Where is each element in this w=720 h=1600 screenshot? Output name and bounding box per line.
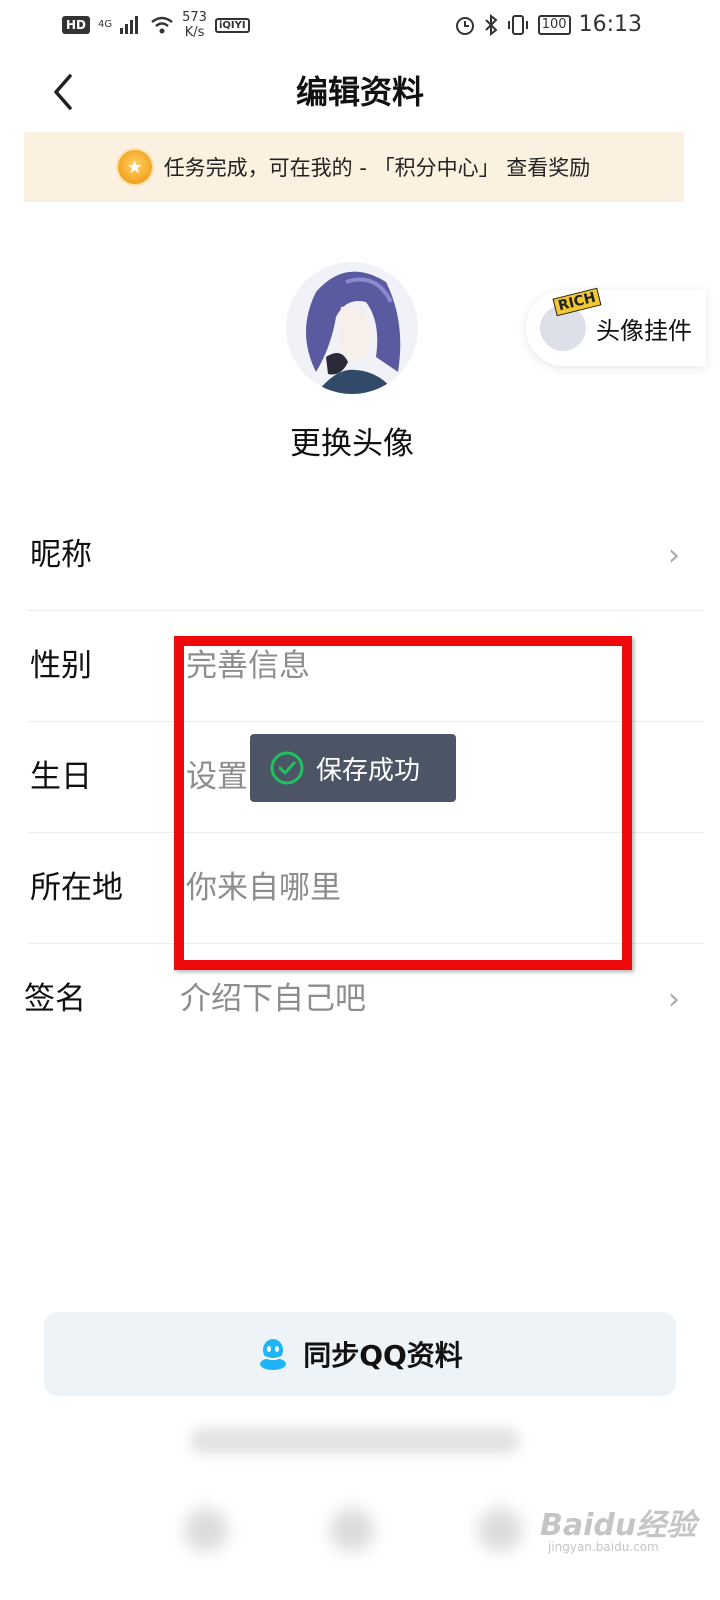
star-coin-icon: ★ bbox=[117, 150, 152, 184]
vibrate-icon bbox=[507, 14, 528, 35]
status-bar: HD 4G 573 K/s iQIYI 100 16:13 bbox=[0, 0, 720, 52]
avatar-image bbox=[286, 262, 418, 394]
watermark-url: jingyan.baidu.com bbox=[548, 1540, 659, 1554]
sync-qq-button[interactable]: 同步QQ资料 bbox=[44, 1312, 676, 1396]
status-left: HD 4G 573 K/s iQIYI bbox=[62, 10, 250, 40]
network-speed: 573 K/s bbox=[182, 10, 207, 40]
row-label: 所在地 bbox=[30, 870, 123, 906]
qq-icon bbox=[260, 1339, 287, 1370]
save-success-toast: 保存成功 bbox=[250, 734, 456, 802]
chevron-right-icon: › bbox=[668, 538, 680, 573]
status-right: 100 16:13 bbox=[454, 12, 642, 37]
clock: 16:13 bbox=[578, 12, 642, 37]
avatar[interactable] bbox=[286, 262, 418, 394]
wifi-icon bbox=[151, 16, 173, 34]
page-title: 编辑资料 bbox=[295, 73, 424, 111]
blurred-text bbox=[190, 1428, 520, 1454]
row-label: 生日 bbox=[30, 759, 92, 795]
pendant-label: 头像挂件 bbox=[596, 316, 692, 345]
app-notification-icon: iQIYI bbox=[214, 17, 250, 33]
speed-value: 573 bbox=[182, 10, 207, 25]
back-button[interactable] bbox=[46, 70, 86, 114]
chevron-left-icon bbox=[54, 74, 72, 110]
blurred-icon bbox=[184, 1508, 228, 1552]
sync-label: 同步QQ资料 bbox=[303, 1339, 463, 1372]
row-label: 昵称 bbox=[30, 537, 92, 573]
highlight-box bbox=[174, 636, 632, 970]
check-circle-icon bbox=[270, 751, 304, 785]
toast-text: 保存成功 bbox=[316, 755, 421, 786]
alarm-icon bbox=[455, 16, 474, 35]
chevron-right-icon: › bbox=[668, 982, 680, 1017]
battery-icon: 100 bbox=[537, 14, 571, 35]
nickname-row[interactable]: 昵称 › bbox=[24, 500, 704, 611]
change-avatar-button[interactable]: 更换头像 bbox=[200, 422, 504, 466]
speed-unit: K/s bbox=[184, 25, 205, 40]
avatar-pendant-button[interactable]: RICH 头像挂件 bbox=[526, 287, 706, 366]
reward-banner[interactable]: ★ 任务完成，可在我的 - 「积分中心」 查看奖励 bbox=[24, 132, 684, 202]
row-label: 性别 bbox=[30, 648, 92, 684]
nav-bar: 编辑资料 bbox=[0, 58, 720, 128]
banner-text: 任务完成，可在我的 - 「积分中心」 查看奖励 bbox=[163, 156, 591, 180]
pendant-thumbnail: RICH bbox=[540, 287, 602, 351]
row-label: 签名 bbox=[24, 981, 86, 1017]
blurred-icon bbox=[330, 1508, 374, 1552]
signal-icon bbox=[120, 16, 139, 34]
blurred-icon bbox=[478, 1508, 522, 1552]
rich-badge: RICH bbox=[552, 287, 602, 317]
hd-badge: HD bbox=[62, 16, 91, 34]
watermark: Baidu经验 bbox=[540, 1508, 697, 1543]
network-type: 4G bbox=[98, 19, 113, 30]
bluetooth-icon bbox=[485, 13, 498, 36]
